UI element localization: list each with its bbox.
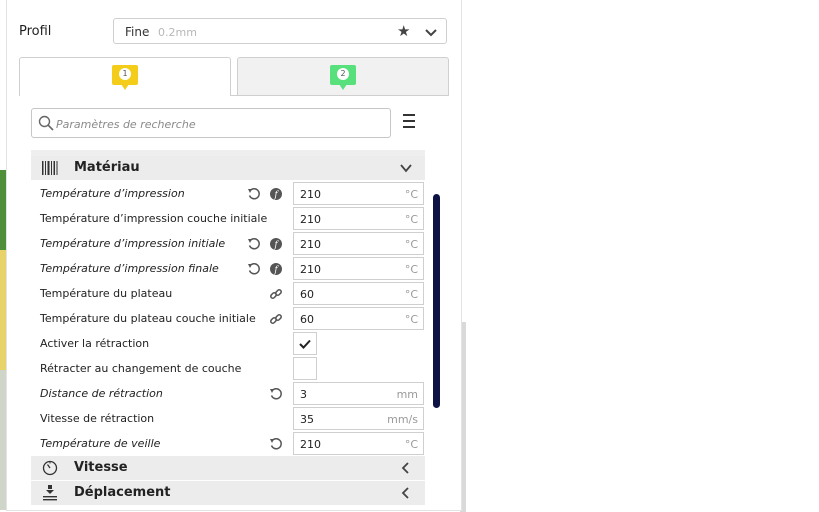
setting-label: Rétracter au changement de couche xyxy=(40,362,242,375)
setting-label: Distance de rétraction xyxy=(40,387,163,400)
setting-unit: °C xyxy=(404,188,418,201)
setting-checkbox[interactable] xyxy=(293,357,317,380)
setting-value-field[interactable]: 35 mm/s xyxy=(293,407,424,430)
search-box[interactable] xyxy=(31,108,391,138)
travel-icon xyxy=(43,485,57,501)
reset-icon[interactable] xyxy=(269,436,283,450)
setting-row: Température du plateau couche initiale 60… xyxy=(31,306,425,331)
extruder-2-number: 2 xyxy=(337,68,349,80)
profile-dropdown[interactable]: Fine 0.2mm ★ xyxy=(113,18,447,44)
setting-unit: °C xyxy=(404,313,418,326)
setting-value: 210 xyxy=(300,238,321,251)
chevron-down-icon xyxy=(425,29,437,37)
settings-scrollbar[interactable] xyxy=(433,194,440,408)
setting-value: 210 xyxy=(300,188,321,201)
setting-row: Rétracter au changement de couche xyxy=(31,356,425,381)
setting-unit: °C xyxy=(404,263,418,276)
setting-row: Température d’impression f 210 °C xyxy=(31,181,425,206)
setting-unit: mm xyxy=(396,388,418,401)
category-title: Matériau xyxy=(74,160,140,175)
material-barcode-icon xyxy=(42,161,58,175)
settings-menu-button[interactable] xyxy=(403,114,421,130)
settings-list: Matériau Température d’impression f 210 °C T… xyxy=(31,150,425,510)
setting-unit: mm/s xyxy=(387,413,418,426)
setting-row: Température d’impression initiale f 210 °C xyxy=(31,231,425,256)
reset-icon[interactable] xyxy=(247,186,261,200)
category-material[interactable]: Matériau xyxy=(31,156,425,180)
chevron-left-icon xyxy=(401,462,409,474)
reset-icon[interactable] xyxy=(247,261,261,275)
setting-unit: °C xyxy=(404,213,418,226)
function-icon[interactable]: f xyxy=(269,186,283,201)
profile-label: Profil xyxy=(19,24,52,39)
print-settings-panel: Profil Fine 0.2mm ★ 1 2 Paramètres de re… xyxy=(6,0,462,511)
function-icon[interactable]: f xyxy=(269,261,283,276)
setting-value-field[interactable]: 210 °C xyxy=(293,182,424,205)
extruder-2-badge-icon: 2 xyxy=(330,65,356,90)
category-title: Déplacement xyxy=(74,485,171,500)
link-icon[interactable] xyxy=(269,286,283,300)
setting-value: 210 xyxy=(300,213,321,226)
setting-label: Température du plateau xyxy=(40,287,173,300)
setting-label: Température de veille xyxy=(40,437,161,450)
setting-row: Température d’impression finale f 210 °C xyxy=(31,256,425,281)
setting-label: Température d’impression finale xyxy=(40,262,219,275)
setting-value-field[interactable]: 210 °C xyxy=(293,207,424,230)
profile-name: Fine xyxy=(125,25,150,39)
setting-value-field[interactable]: 60 °C xyxy=(293,282,424,305)
setting-value: 35 xyxy=(300,413,314,426)
search-icon xyxy=(38,115,54,131)
setting-row: Distance de rétraction 3 mm xyxy=(31,381,425,406)
setting-value-field[interactable]: 210 °C xyxy=(293,432,424,455)
search-input[interactable] xyxy=(54,113,378,135)
reset-icon[interactable] xyxy=(269,386,283,400)
extruder-1-number: 1 xyxy=(119,68,131,80)
setting-row: Température de veille 210 °C xyxy=(31,431,425,456)
checkmark-icon xyxy=(299,339,311,349)
category-travel[interactable]: Déplacement xyxy=(31,481,425,505)
chevron-left-icon xyxy=(401,487,409,499)
setting-row: Température d’impression couche initiale… xyxy=(31,206,425,231)
setting-row: Température du plateau 60 °C xyxy=(31,281,425,306)
speed-gauge-icon xyxy=(42,460,58,476)
chevron-down-icon xyxy=(400,164,412,173)
setting-label: Température d’impression couche initiale xyxy=(40,212,268,225)
function-icon[interactable]: f xyxy=(269,236,283,251)
setting-value: 210 xyxy=(300,438,321,451)
setting-value-field[interactable]: 210 °C xyxy=(293,232,424,255)
setting-unit: °C xyxy=(404,438,418,451)
setting-row: Activer la rétraction xyxy=(31,331,425,356)
profile-layer-height: 0.2mm xyxy=(158,26,197,39)
setting-value-field[interactable]: 3 mm xyxy=(293,382,424,405)
setting-value: 60 xyxy=(300,313,314,326)
setting-value-field[interactable]: 60 °C xyxy=(293,307,424,330)
category-speed[interactable]: Vitesse xyxy=(31,456,425,480)
setting-unit: °C xyxy=(404,238,418,251)
star-icon[interactable]: ★ xyxy=(397,22,410,40)
setting-label: Température du plateau couche initiale xyxy=(40,312,256,325)
setting-value: 3 xyxy=(300,388,307,401)
setting-unit: °C xyxy=(404,288,418,301)
reset-icon[interactable] xyxy=(247,236,261,250)
extruder-1-badge-icon: 1 xyxy=(112,65,138,90)
tab-extruder-1[interactable]: 1 xyxy=(19,57,231,96)
setting-label: Vitesse de rétraction xyxy=(40,412,155,425)
setting-checkbox[interactable] xyxy=(293,332,317,355)
setting-value: 210 xyxy=(300,263,321,276)
setting-value: 60 xyxy=(300,288,314,301)
setting-label: Activer la rétraction xyxy=(40,337,150,350)
setting-value-field[interactable]: 210 °C xyxy=(293,257,424,280)
setting-label: Température d’impression initiale xyxy=(40,237,226,250)
setting-label: Température d’impression xyxy=(40,187,185,200)
link-icon[interactable] xyxy=(269,311,283,325)
setting-row: Vitesse de rétraction 35 mm/s xyxy=(31,406,425,431)
tab-extruder-2[interactable]: 2 xyxy=(237,57,449,96)
category-title: Vitesse xyxy=(74,460,128,475)
menu-icon xyxy=(403,114,415,116)
